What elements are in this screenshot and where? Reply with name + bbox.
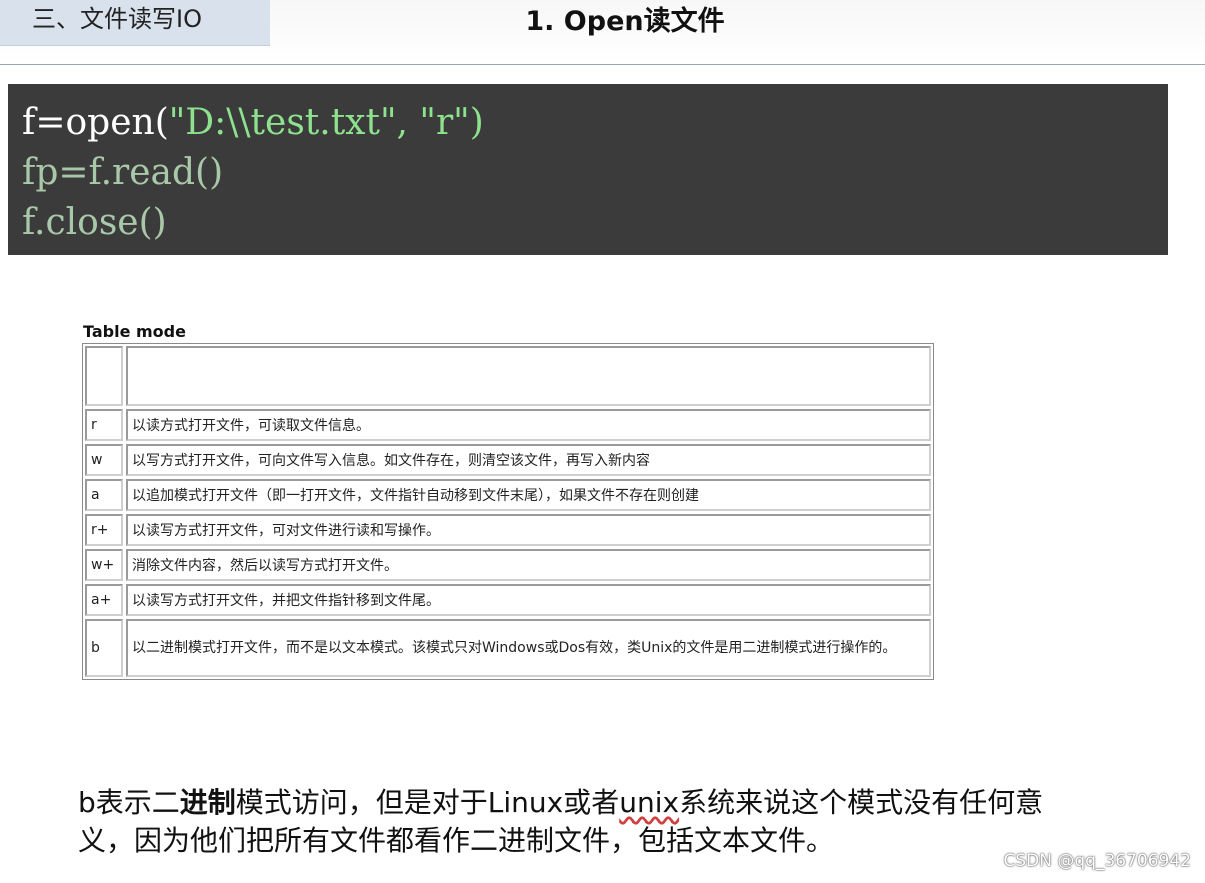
code-close-paren: ) [469,102,484,143]
watermark: CSDN @qq_36706942 [1003,851,1191,871]
desc-cell: 以读写方式打开文件，可对文件进行读和写操作。 [126,514,931,546]
explanation-part-2: 模式访问，但是对于Linux或者 [235,786,620,819]
table-row: r 以读方式打开文件，可读取文件信息。 [85,409,931,441]
header-divider [0,64,1205,65]
desc-cell: 以读写方式打开文件，并把文件指针移到文件尾。 [126,584,931,616]
code-line-2: fp=f.read() [22,152,224,193]
mode-cell: w+ [85,549,123,581]
table-row: r+ 以读写方式打开文件，可对文件进行读和写操作。 [85,514,931,546]
table-header-row [85,346,931,406]
mode-cell: r+ [85,514,123,546]
desc-cell: 以写方式打开文件，可向文件写入信息。如文件存在，则清空该文件，再写入新内容 [126,444,931,476]
explanation-bold: 进制 [179,786,236,819]
code-panel: f=open("D:\\test.txt", "r") fp=f.read() … [8,84,1168,255]
mode-table: r 以读方式打开文件，可读取文件信息。 w 以写方式打开文件，可向文件写入信息。… [82,343,934,680]
table-row: a 以追加模式打开文件（即一打开文件，文件指针自动移到文件末尾），如果文件不存在… [85,479,931,511]
code-open-call: f=open( [22,102,169,143]
header-desc-cell [126,346,931,406]
explanation-part-1: b表示二 [78,786,180,819]
mode-cell: a+ [85,584,123,616]
mode-cell: r [85,409,123,441]
table-row: a+ 以读写方式打开文件，并把文件指针移到文件尾。 [85,584,931,616]
header-mode-cell [85,346,123,406]
desc-cell: 以二进制模式打开文件，而不是以文本模式。该模式只对Windows或Dos有效，类… [126,619,931,677]
slide-title: 1. Open读文件 [525,6,725,37]
table-row: w 以写方式打开文件，可向文件写入信息。如文件存在，则清空该文件，再写入新内容 [85,444,931,476]
table-row: b 以二进制模式打开文件，而不是以文本模式。该模式只对Windows或Dos有效… [85,619,931,677]
desc-cell: 以读方式打开文件，可读取文件信息。 [126,409,931,441]
code-separator: , [396,102,420,143]
mode-cell: w [85,444,123,476]
mode-cell: a [85,479,123,511]
code-mode-string: "r" [419,102,470,143]
code-line-1: f=open("D:\\test.txt", "r") [22,98,1168,148]
explanation-text: b表示二进制模式访问，但是对于Linux或者unix系统来说这个模式没有任何意义… [78,784,1098,860]
spellcheck-word: unix [619,786,680,819]
code-path-string: "D:\\test.txt" [168,102,397,143]
code-line-3: f.close() [22,202,167,243]
section-label: 三、文件读写IO [0,0,270,46]
desc-cell: 以追加模式打开文件（即一打开文件，文件指针自动移到文件末尾），如果文件不存在则创… [126,479,931,511]
mode-cell: b [85,619,123,677]
table-row: w+ 消除文件内容，然后以读写方式打开文件。 [85,549,931,581]
table-caption: Table mode [83,322,186,341]
desc-cell: 消除文件内容，然后以读写方式打开文件。 [126,549,931,581]
slide-header: 三、文件读写IO 1. Open读文件 [0,0,1205,64]
